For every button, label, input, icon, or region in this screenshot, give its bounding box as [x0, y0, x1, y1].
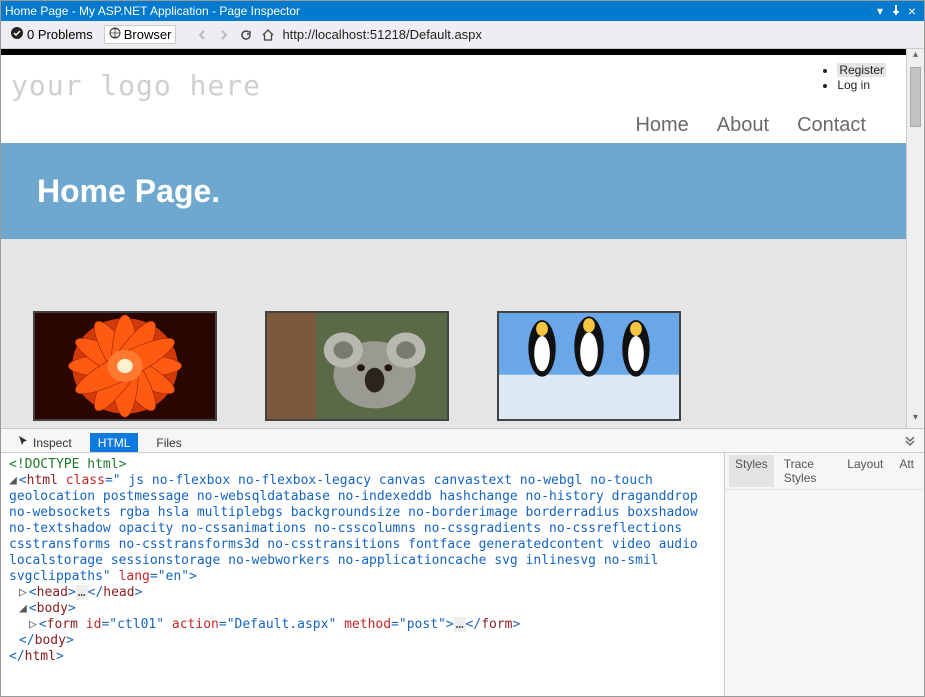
sidetab-styles[interactable]: Styles [729, 455, 774, 487]
sample-image-flower [33, 311, 217, 421]
inspector-side-panel: Styles Trace Styles Layout Att [724, 453, 924, 696]
titlebar: Home Page - My ASP.NET Application - Pag… [1, 1, 924, 21]
nav-back-icon[interactable] [194, 27, 210, 43]
globe-icon [109, 27, 121, 42]
login-links: Register Log in [819, 63, 886, 102]
problems-count-label: 0 Problems [27, 27, 93, 42]
sidetab-layout[interactable]: Layout [841, 455, 889, 487]
tab-inspect-label: Inspect [33, 436, 72, 450]
window-menu-dropdown-icon[interactable]: ▾ [872, 4, 888, 18]
page-inspector-window: Home Page - My ASP.NET Application - Pag… [0, 0, 925, 697]
code-doctype: <!DOCTYPE html> [9, 457, 126, 472]
expand-triangle-icon[interactable]: ◢ [19, 601, 27, 616]
sample-image-penguins [497, 311, 681, 421]
login-link[interactable]: Log in [837, 78, 870, 92]
page-title: Home Page. [37, 173, 220, 210]
browser-mode-button[interactable]: Browser [104, 25, 177, 44]
pointer-icon [17, 435, 29, 450]
problems-chip[interactable]: 0 Problems [5, 24, 98, 45]
tab-files[interactable]: Files [148, 433, 189, 452]
toolbar: 0 Problems Browser http://localhost:5121… [1, 21, 924, 49]
register-link[interactable]: Register [837, 63, 886, 77]
sample-image-koala [265, 311, 449, 421]
sidetab-attributes[interactable]: Att [893, 455, 920, 487]
logo-placeholder: your logo here [11, 69, 261, 102]
collapse-chevron-icon[interactable] [904, 437, 916, 452]
hero-banner: Home Page. [1, 143, 906, 239]
tab-html[interactable]: HTML [90, 433, 139, 452]
expand-triangle-icon[interactable]: ▷ [29, 617, 37, 632]
window-close-icon[interactable]: × [904, 3, 920, 19]
page-header: your logo here Register Log in Home Abou… [1, 55, 906, 143]
sidetab-trace-styles[interactable]: Trace Styles [778, 455, 838, 487]
nav-home-icon[interactable] [260, 27, 276, 43]
html-source-pane[interactable]: <!DOCTYPE html> ◢<html class=" js no-fle… [1, 453, 724, 696]
rendered-page: your logo here Register Log in Home Abou… [1, 49, 906, 428]
inspector-bottom: <!DOCTYPE html> ◢<html class=" js no-fle… [1, 452, 924, 696]
side-tabs: Styles Trace Styles Layout Att [725, 453, 924, 490]
tab-inspect[interactable]: Inspect [9, 432, 80, 452]
browser-mode-label: Browser [124, 27, 172, 42]
nav-about-link[interactable]: About [717, 114, 769, 137]
check-icon [10, 26, 24, 43]
address-bar[interactable]: http://localhost:51218/Default.aspx [282, 27, 920, 42]
nav-contact-link[interactable]: Contact [797, 114, 866, 137]
inspector-tabstrip: Inspect HTML Files [1, 428, 924, 452]
window-pin-icon[interactable] [888, 4, 904, 18]
scroll-up-icon[interactable]: ▴ [907, 49, 924, 65]
nav-refresh-icon[interactable] [238, 27, 254, 43]
image-row [1, 239, 906, 421]
nav-home-link[interactable]: Home [635, 114, 688, 137]
nav-forward-icon[interactable] [216, 27, 232, 43]
window-title: Home Page - My ASP.NET Application - Pag… [5, 4, 300, 18]
viewport-scrollbar[interactable]: ▴ ▾ [906, 49, 924, 428]
expand-triangle-icon[interactable]: ▷ [19, 585, 27, 600]
main-nav: Home About Contact [11, 102, 886, 143]
browser-viewport: your logo here Register Log in Home Abou… [1, 49, 924, 428]
expand-triangle-icon[interactable]: ◢ [9, 473, 17, 488]
scroll-down-icon[interactable]: ▾ [907, 412, 924, 428]
scroll-thumb[interactable] [910, 67, 921, 127]
